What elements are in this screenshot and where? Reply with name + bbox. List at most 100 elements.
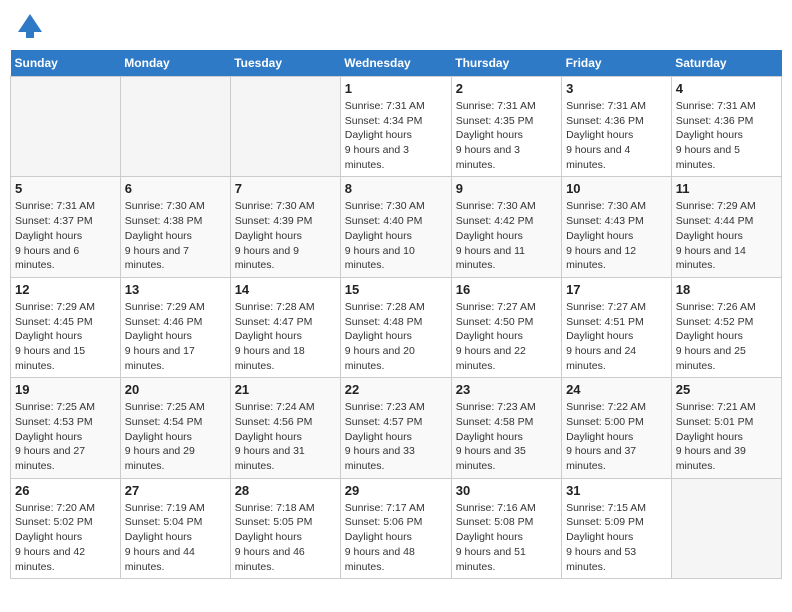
day-cell: 19Sunrise: 7:25 AMSunset: 4:53 PMDayligh… bbox=[11, 378, 121, 478]
week-row-3: 19Sunrise: 7:25 AMSunset: 4:53 PMDayligh… bbox=[11, 378, 782, 478]
day-info: Sunrise: 7:29 AMSunset: 4:45 PMDaylight … bbox=[15, 300, 116, 373]
day-info: Sunrise: 7:25 AMSunset: 4:54 PMDaylight … bbox=[125, 400, 226, 473]
day-info: Sunrise: 7:21 AMSunset: 5:01 PMDaylight … bbox=[676, 400, 777, 473]
day-info: Sunrise: 7:27 AMSunset: 4:51 PMDaylight … bbox=[566, 300, 667, 373]
day-number: 9 bbox=[456, 181, 557, 196]
week-row-1: 5Sunrise: 7:31 AMSunset: 4:37 PMDaylight… bbox=[11, 177, 782, 277]
day-cell: 1Sunrise: 7:31 AMSunset: 4:34 PMDaylight… bbox=[340, 77, 451, 177]
day-cell: 6Sunrise: 7:30 AMSunset: 4:38 PMDaylight… bbox=[120, 177, 230, 277]
day-cell: 27 Sunrise: 7:19 AMSunset: 5:04 PMDayligh… bbox=[120, 478, 230, 578]
day-number: 8 bbox=[345, 181, 447, 196]
day-cell: 2 Sunrise: 7:31 AMSunset: 4:35 PMDaylight… bbox=[451, 77, 561, 177]
header-cell-thursday: Thursday bbox=[451, 50, 561, 77]
day-info: Sunrise: 7:23 AMSunset: 4:58 PMDaylight … bbox=[456, 400, 557, 473]
header-cell-sunday: Sunday bbox=[11, 50, 121, 77]
day-info: Sunrise: 7:29 AMSunset: 4:44 PMDaylight … bbox=[676, 199, 777, 272]
day-info: Sunrise: 7:22 AMSunset: 5:00 PMDaylight … bbox=[566, 400, 667, 473]
day-number: 21 bbox=[235, 382, 336, 397]
header-cell-wednesday: Wednesday bbox=[340, 50, 451, 77]
day-cell: 31 Sunrise: 7:15 AMSunset: 5:09 PMDayligh… bbox=[562, 478, 672, 578]
day-info: Sunrise: 7:31 AMSunset: 4:35 PMDaylight … bbox=[456, 99, 557, 172]
day-info: Sunrise: 7:28 AMSunset: 4:48 PMDaylight … bbox=[345, 300, 447, 373]
day-number: 28 bbox=[235, 483, 336, 498]
day-cell: 3Sunrise: 7:31 AMSunset: 4:36 PMDaylight… bbox=[562, 77, 672, 177]
day-info: Sunrise: 7:29 AMSunset: 4:46 PMDaylight … bbox=[125, 300, 226, 373]
day-number: 17 bbox=[566, 282, 667, 297]
day-number: 19 bbox=[15, 382, 116, 397]
day-number: 30 bbox=[456, 483, 557, 498]
day-info: Sunrise: 7:24 AMSunset: 4:56 PMDaylight … bbox=[235, 400, 336, 473]
day-info: Sunrise: 7:26 AMSunset: 4:52 PMDaylight … bbox=[676, 300, 777, 373]
day-info: Sunrise: 7:20 AMSunset: 5:02 PMDaylight … bbox=[15, 501, 116, 574]
logo bbox=[14, 10, 50, 42]
day-cell: 14 Sunrise: 7:28 AMSunset: 4:47 PMDayligh… bbox=[230, 277, 340, 377]
day-info: Sunrise: 7:30 AMSunset: 4:40 PMDaylight … bbox=[345, 199, 447, 272]
day-info: Sunrise: 7:31 AMSunset: 4:34 PMDaylight … bbox=[345, 99, 447, 172]
day-number: 6 bbox=[125, 181, 226, 196]
day-cell: 7 Sunrise: 7:30 AMSunset: 4:39 PMDaylight… bbox=[230, 177, 340, 277]
day-info: Sunrise: 7:23 AMSunset: 4:57 PMDaylight … bbox=[345, 400, 447, 473]
day-info: Sunrise: 7:28 AMSunset: 4:47 PMDaylight … bbox=[235, 300, 336, 373]
day-number: 3 bbox=[566, 81, 667, 96]
day-info: Sunrise: 7:31 AMSunset: 4:37 PMDaylight … bbox=[15, 199, 116, 272]
day-cell: 30 Sunrise: 7:16 AMSunset: 5:08 PMDayligh… bbox=[451, 478, 561, 578]
day-cell bbox=[230, 77, 340, 177]
logo-icon bbox=[14, 10, 46, 42]
day-cell: 29 Sunrise: 7:17 AMSunset: 5:06 PMDayligh… bbox=[340, 478, 451, 578]
day-cell: 17 Sunrise: 7:27 AMSunset: 4:51 PMDayligh… bbox=[562, 277, 672, 377]
day-number: 11 bbox=[676, 181, 777, 196]
week-row-2: 12Sunrise: 7:29 AMSunset: 4:45 PMDayligh… bbox=[11, 277, 782, 377]
day-number: 29 bbox=[345, 483, 447, 498]
day-cell: 20Sunrise: 7:25 AMSunset: 4:54 PMDayligh… bbox=[120, 378, 230, 478]
day-info: Sunrise: 7:30 AMSunset: 4:43 PMDaylight … bbox=[566, 199, 667, 272]
day-cell: 16 Sunrise: 7:27 AMSunset: 4:50 PMDayligh… bbox=[451, 277, 561, 377]
day-cell bbox=[671, 478, 781, 578]
day-number: 24 bbox=[566, 382, 667, 397]
day-number: 31 bbox=[566, 483, 667, 498]
day-cell: 18 Sunrise: 7:26 AMSunset: 4:52 PMDayligh… bbox=[671, 277, 781, 377]
day-cell bbox=[120, 77, 230, 177]
day-number: 2 bbox=[456, 81, 557, 96]
day-info: Sunrise: 7:17 AMSunset: 5:06 PMDaylight … bbox=[345, 501, 447, 574]
header-cell-monday: Monday bbox=[120, 50, 230, 77]
day-number: 15 bbox=[345, 282, 447, 297]
day-cell: 21 Sunrise: 7:24 AMSunset: 4:56 PMDayligh… bbox=[230, 378, 340, 478]
day-cell: 15 Sunrise: 7:28 AMSunset: 4:48 PMDayligh… bbox=[340, 277, 451, 377]
day-number: 25 bbox=[676, 382, 777, 397]
day-number: 14 bbox=[235, 282, 336, 297]
day-cell: 8 Sunrise: 7:30 AMSunset: 4:40 PMDaylight… bbox=[340, 177, 451, 277]
day-info: Sunrise: 7:30 AMSunset: 4:39 PMDaylight … bbox=[235, 199, 336, 272]
day-cell: 9 Sunrise: 7:30 AMSunset: 4:42 PMDaylight… bbox=[451, 177, 561, 277]
day-info: Sunrise: 7:15 AMSunset: 5:09 PMDaylight … bbox=[566, 501, 667, 574]
day-number: 23 bbox=[456, 382, 557, 397]
day-number: 10 bbox=[566, 181, 667, 196]
week-row-0: 1Sunrise: 7:31 AMSunset: 4:34 PMDaylight… bbox=[11, 77, 782, 177]
day-cell: 25 Sunrise: 7:21 AMSunset: 5:01 PMDayligh… bbox=[671, 378, 781, 478]
day-number: 4 bbox=[676, 81, 777, 96]
day-cell: 5Sunrise: 7:31 AMSunset: 4:37 PMDaylight… bbox=[11, 177, 121, 277]
day-number: 7 bbox=[235, 181, 336, 196]
day-cell: 28 Sunrise: 7:18 AMSunset: 5:05 PMDayligh… bbox=[230, 478, 340, 578]
day-number: 18 bbox=[676, 282, 777, 297]
day-info: Sunrise: 7:31 AMSunset: 4:36 PMDaylight … bbox=[676, 99, 777, 172]
header-cell-tuesday: Tuesday bbox=[230, 50, 340, 77]
day-info: Sunrise: 7:27 AMSunset: 4:50 PMDaylight … bbox=[456, 300, 557, 373]
day-cell: 11 Sunrise: 7:29 AMSunset: 4:44 PMDayligh… bbox=[671, 177, 781, 277]
day-cell: 4 Sunrise: 7:31 AMSunset: 4:36 PMDaylight… bbox=[671, 77, 781, 177]
day-cell: 22Sunrise: 7:23 AMSunset: 4:57 PMDayligh… bbox=[340, 378, 451, 478]
day-cell: 24 Sunrise: 7:22 AMSunset: 5:00 PMDayligh… bbox=[562, 378, 672, 478]
day-info: Sunrise: 7:18 AMSunset: 5:05 PMDaylight … bbox=[235, 501, 336, 574]
week-row-4: 26 Sunrise: 7:20 AMSunset: 5:02 PMDayligh… bbox=[11, 478, 782, 578]
day-cell: 10 Sunrise: 7:30 AMSunset: 4:43 PMDayligh… bbox=[562, 177, 672, 277]
day-number: 27 bbox=[125, 483, 226, 498]
day-cell: 13Sunrise: 7:29 AMSunset: 4:46 PMDayligh… bbox=[120, 277, 230, 377]
day-cell bbox=[11, 77, 121, 177]
day-cell: 12Sunrise: 7:29 AMSunset: 4:45 PMDayligh… bbox=[11, 277, 121, 377]
day-info: Sunrise: 7:16 AMSunset: 5:08 PMDaylight … bbox=[456, 501, 557, 574]
header-row: SundayMondayTuesdayWednesdayThursdayFrid… bbox=[11, 50, 782, 77]
day-info: Sunrise: 7:30 AMSunset: 4:42 PMDaylight … bbox=[456, 199, 557, 272]
day-number: 16 bbox=[456, 282, 557, 297]
day-number: 26 bbox=[15, 483, 116, 498]
header-cell-saturday: Saturday bbox=[671, 50, 781, 77]
day-info: Sunrise: 7:19 AMSunset: 5:04 PMDaylight … bbox=[125, 501, 226, 574]
